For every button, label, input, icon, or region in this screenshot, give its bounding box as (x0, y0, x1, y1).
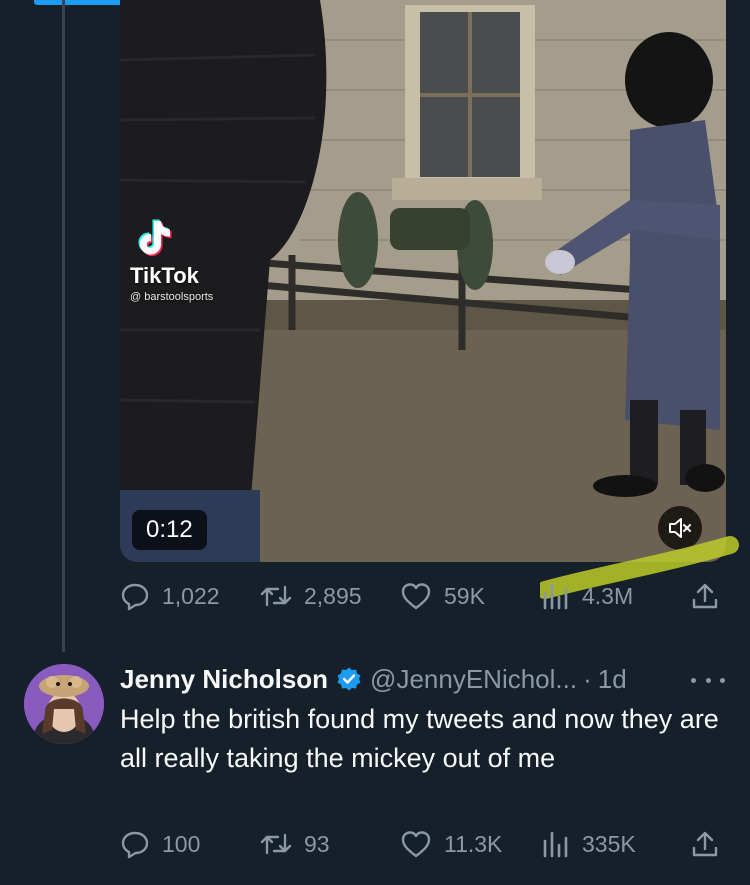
tiktok-handle-text: @ barstoolsports (130, 291, 214, 303)
retweet-icon (260, 833, 292, 855)
reply-bubble-icon (121, 831, 149, 859)
bar-chart-icon (543, 831, 568, 858)
tweet-text: Help the british found my tweets and now… (120, 704, 719, 773)
retweet-count: 2,895 (304, 582, 362, 609)
header-separator: · (583, 663, 592, 694)
avatar-image (24, 664, 104, 744)
retweet-button[interactable]: 93 (260, 824, 330, 864)
video-player[interactable]: TikTok @ barstoolsports 0:12 (120, 0, 726, 562)
video-duration-badge: 0:12 (132, 510, 207, 550)
view-count: 335K (582, 830, 636, 857)
retweet-count: 93 (304, 830, 330, 857)
share-icon (692, 583, 718, 609)
share-button[interactable] (690, 824, 732, 864)
tweet-header: Jenny Nicholson @JennyENichol... · 1d (120, 660, 740, 698)
bar-chart-icon (543, 583, 568, 610)
like-count: 59K (444, 582, 485, 609)
author-name[interactable]: Jenny Nicholson (120, 664, 328, 695)
reply-tweet-action-bar: 100 93 11.3K 335K (120, 824, 730, 864)
retweet-icon (260, 585, 292, 607)
views-button[interactable]: 335K (540, 824, 636, 864)
reply-count: 1,022 (162, 582, 220, 609)
quoted-tweet-action-bar: 1,022 2,895 59K 4.3M (120, 576, 730, 616)
tiktok-brand-text: TikTok (130, 263, 199, 288)
heart-icon (401, 831, 431, 858)
share-button[interactable] (690, 576, 732, 616)
reply-button[interactable]: 1,022 (120, 576, 220, 616)
like-button[interactable]: 11.3K (400, 824, 502, 864)
tiktok-logo-icon (138, 219, 172, 256)
retweet-button[interactable]: 2,895 (260, 576, 362, 616)
like-button[interactable]: 59K (400, 576, 485, 616)
reply-bubble-icon (121, 583, 149, 611)
more-dot (691, 677, 696, 683)
more-dot (720, 677, 725, 683)
tweet-timestamp[interactable]: 1d (598, 664, 627, 695)
author-handle[interactable]: @JennyENichol... (370, 664, 577, 695)
more-dot (705, 677, 711, 683)
views-button[interactable]: 4.3M (540, 576, 633, 616)
reply-button[interactable]: 100 (120, 824, 200, 864)
view-count: 4.3M (582, 582, 634, 609)
like-count: 11.3K (444, 830, 503, 857)
heart-icon (401, 583, 431, 610)
more-options-button[interactable] (691, 670, 725, 690)
thread-connector-line (62, 0, 65, 652)
share-icon (692, 831, 718, 857)
avatar[interactable] (24, 664, 104, 744)
reply-count: 100 (162, 830, 201, 857)
tiktok-watermark: TikTok @ barstoolsports (130, 215, 270, 303)
verified-badge-icon (336, 666, 362, 692)
